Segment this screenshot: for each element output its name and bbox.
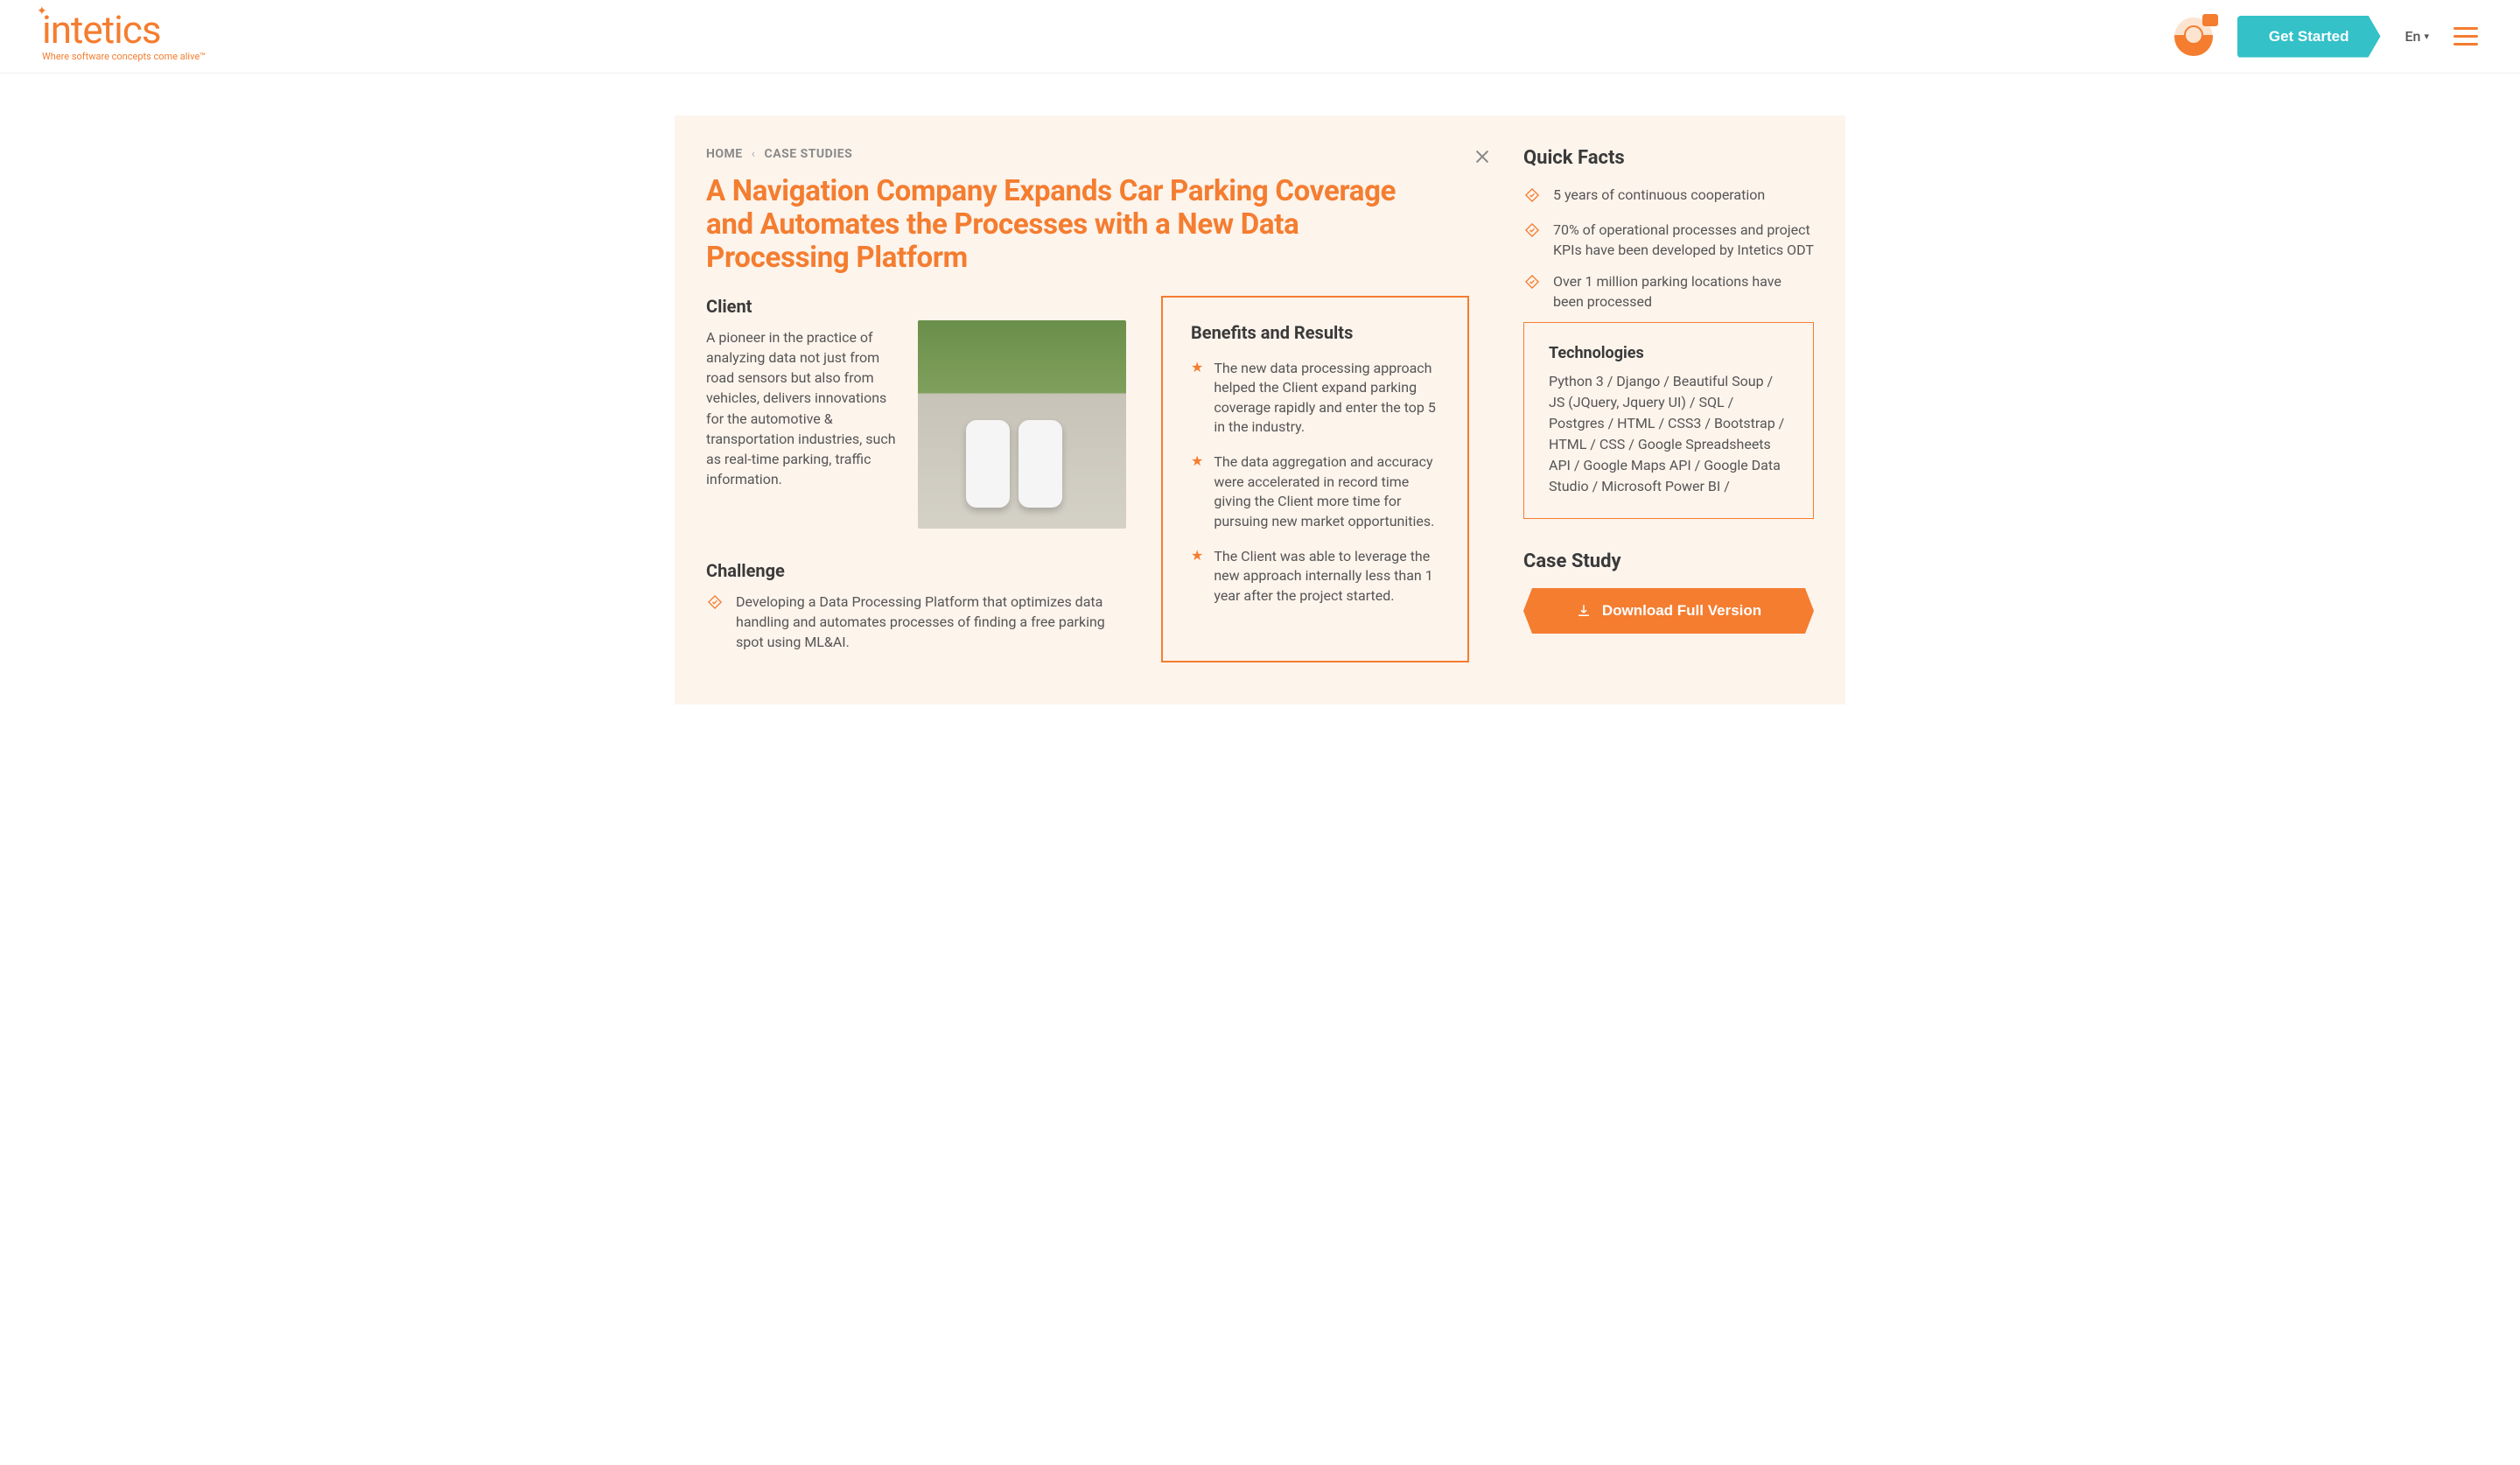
breadcrumb-home[interactable]: HOME <box>706 147 743 161</box>
diamond-icon <box>1523 273 1541 312</box>
diamond-icon <box>1523 186 1541 209</box>
benefits-heading: Benefits and Results <box>1191 322 1439 343</box>
quickfacts-heading: Quick Facts <box>1523 147 1814 169</box>
list-item: 70% of operational processes and project… <box>1523 220 1814 260</box>
logo-text: ✦ intetics <box>42 11 206 49</box>
benefits-box: Benefits and Results ★The new data proce… <box>1161 296 1469 663</box>
download-button[interactable]: Download Full Version <box>1523 588 1814 634</box>
left-column: Client A pioneer in the practice of anal… <box>706 296 1126 663</box>
challenge-text: Developing a Data Processing Platform th… <box>736 592 1126 653</box>
list-item: ★The data aggregation and accuracy were … <box>1191 452 1439 531</box>
logo[interactable]: ✦ intetics Where software concepts come … <box>42 11 206 62</box>
page-title: A Navigation Company Expands Car Parking… <box>706 175 1424 275</box>
technologies-body: Python 3 / Django / Beautiful Soup / JS … <box>1549 371 1788 497</box>
download-icon <box>1576 603 1592 619</box>
breadcrumb: HOME ‹ CASE STUDIES <box>706 147 1481 161</box>
quickfacts-list: 5 years of continuous cooperation 70% of… <box>1523 185 1814 312</box>
casestudy-heading: Case Study <box>1523 550 1814 572</box>
diamond-icon <box>1523 221 1541 260</box>
list-item: ★The new data processing approach helped… <box>1191 359 1439 438</box>
sidebar: Quick Facts 5 years of continuous cooper… <box>1523 116 1845 704</box>
star-icon: ★ <box>1191 452 1203 531</box>
header-actions: Get Started En ▾ <box>2174 16 2478 58</box>
list-item: Over 1 million parking locations have be… <box>1523 271 1814 312</box>
content-panel: HOME ‹ CASE STUDIES A Navigation Company… <box>675 116 1845 704</box>
hero-image <box>918 320 1126 529</box>
breadcrumb-section[interactable]: CASE STUDIES <box>765 147 853 161</box>
chevron-down-icon: ▾ <box>2424 31 2429 42</box>
close-icon[interactable] <box>1473 147 1492 170</box>
star-icon: ★ <box>1191 547 1203 606</box>
challenge-heading: Challenge <box>706 560 1126 581</box>
menu-icon[interactable] <box>2454 27 2478 46</box>
list-item: Developing a Data Processing Platform th… <box>706 592 1126 653</box>
diamond-icon <box>706 593 724 653</box>
main-column: HOME ‹ CASE STUDIES A Navigation Company… <box>675 116 1523 704</box>
page-container: HOME ‹ CASE STUDIES A Navigation Company… <box>661 116 1859 704</box>
technologies-heading: Technologies <box>1549 344 1788 362</box>
site-header: ✦ intetics Where software concepts come … <box>0 0 2520 74</box>
technologies-box: Technologies Python 3 / Django / Beautif… <box>1523 322 1814 519</box>
benefit-text: The new data processing approach helped … <box>1214 359 1439 438</box>
get-started-button[interactable]: Get Started <box>2237 16 2381 58</box>
logo-word: intetics <box>42 7 161 53</box>
language-label: En <box>2405 28 2421 45</box>
fact-text: 70% of operational processes and project… <box>1553 220 1814 260</box>
benefits-list: ★The new data processing approach helped… <box>1191 359 1439 606</box>
chat-avatar[interactable] <box>2174 18 2213 56</box>
list-item: 5 years of continuous cooperation <box>1523 185 1814 209</box>
fact-text: 5 years of continuous cooperation <box>1553 185 1765 209</box>
body-grid: Client A pioneer in the practice of anal… <box>706 296 1481 663</box>
speech-bubble-icon <box>2202 14 2218 26</box>
list-item: ★The Client was able to leverage the new… <box>1191 547 1439 606</box>
client-heading: Client <box>706 296 900 317</box>
fact-text: Over 1 million parking locations have be… <box>1553 271 1814 312</box>
benefit-text: The data aggregation and accuracy were a… <box>1214 452 1439 531</box>
client-body: A pioneer in the practice of analyzing d… <box>706 327 900 490</box>
challenge-list: Developing a Data Processing Platform th… <box>706 592 1126 653</box>
chevron-left-icon: ‹ <box>752 147 756 161</box>
download-label: Download Full Version <box>1602 602 1761 620</box>
star-icon: ★ <box>1191 359 1203 438</box>
benefit-text: The Client was able to leverage the new … <box>1214 547 1439 606</box>
language-selector[interactable]: En ▾ <box>2405 28 2429 45</box>
star-icon: ✦ <box>37 5 46 18</box>
